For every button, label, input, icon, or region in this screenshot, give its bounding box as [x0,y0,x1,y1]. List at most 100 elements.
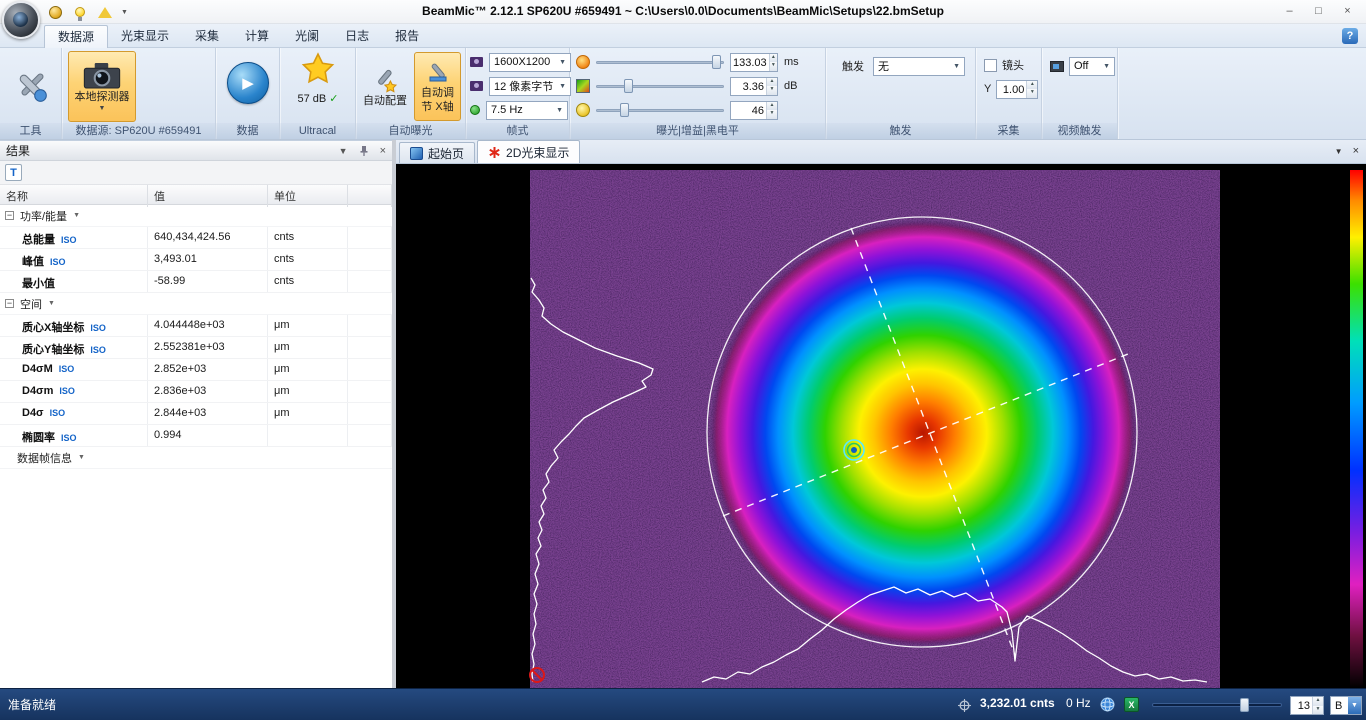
ribbon-group-tools: 工具 [0,48,62,139]
column-header-value[interactable]: 值 [148,185,268,207]
exposure-slider-thumb[interactable] [712,55,721,69]
exposure-spinbox[interactable]: 133.03 ▲▼ [730,53,778,72]
y-scale-value: 1.00 [997,81,1026,98]
ribbon-tab-log[interactable]: 日志 [332,25,382,48]
status-bar: 准备就绪 3,232.01 cnts 0 Hz X 13 ▲▼ B ▼ [0,688,1366,720]
column-header-name[interactable]: 名称 [0,185,148,207]
ultracal-button[interactable] [301,52,335,89]
table-row-peak[interactable]: 峰值ISO 3,493.01 cnts [0,249,392,271]
palette-select[interactable]: B ▼ [1330,696,1362,715]
results-panel-header[interactable]: 结果 ▼ × [0,141,392,161]
lens-checkbox[interactable] [984,59,997,72]
exposure-unit: ms [784,56,799,68]
iso-badge: ISO [59,364,75,374]
trigger-field-label: 触发 [842,58,864,74]
auto-setup-button[interactable]: 自动配置 [361,52,409,121]
zoom-slider[interactable] [1152,698,1282,712]
spinner-arrows[interactable]: ▲▼ [766,102,777,119]
gold-disc-icon[interactable] [46,3,64,21]
group-label-capture: 采集 [976,123,1041,139]
group-label-tools: 工具 [0,123,61,139]
iso-badge: ISO [50,408,66,418]
framerate-select[interactable]: 7.5 Hz ▼ [486,101,568,120]
video-trigger-icon [1050,61,1064,72]
gain-value: 3.36 [731,78,766,95]
iso-badge: ISO [59,386,75,396]
tab-home[interactable]: 起始页 [399,142,475,163]
table-row-d4sigma-minor[interactable]: D4σmISO 2.836e+03 μm [0,381,392,403]
panel-close-icon[interactable]: × [380,145,386,157]
collapse-icon[interactable]: − [5,211,14,220]
gain-slider[interactable] [596,78,724,94]
palette-colorbar[interactable] [1350,170,1363,688]
table-row-d4sigma[interactable]: D4σISO 2.844e+03 μm [0,403,392,425]
ribbon-tab-aperture[interactable]: 光阑 [282,25,332,48]
tab-close-icon[interactable]: × [1353,145,1359,157]
black-level-slider-thumb[interactable] [620,103,629,117]
ribbon-tab-capture[interactable]: 采集 [182,25,232,48]
pixel-depth-select[interactable]: 12 像素字节 ▼ [489,77,571,96]
table-row-centroid-y[interactable]: 质心Y轴坐标ISO 2.552381e+03 μm [0,337,392,359]
spinner-arrows[interactable]: ▲▼ [1026,81,1037,98]
tab-list-dropdown-icon[interactable]: ▼ [1335,147,1343,156]
help-icon[interactable]: ? [1342,28,1358,44]
pin-icon[interactable] [358,145,370,157]
app-logo[interactable] [2,1,40,39]
ribbon-tab-compute[interactable]: 计算 [232,25,282,48]
table-row-d4sigma-major[interactable]: D4σMISO 2.852e+03 μm [0,359,392,381]
group-label-videotrigger: 视频触发 [1042,123,1117,139]
local-detector-button[interactable]: 本地探测器 ▼ [68,51,136,122]
spinner-arrows[interactable]: ▲▼ [766,78,777,95]
table-row-ellipticity[interactable]: 椭圆率ISO 0.994 [0,425,392,447]
group-row-power[interactable]: − 功率/能量 ▼ [0,205,392,227]
group-row-frame-info[interactable]: 数据帧信息 ▼ [0,447,392,469]
column-header-unit[interactable]: 单位 [268,185,348,207]
beam-display[interactable] [396,164,1366,688]
chevron-down-icon: ▼ [73,212,80,219]
results-settings-icon[interactable]: T [5,164,22,181]
table-row-total-energy[interactable]: 总能量ISO 640,434,424.56 cnts [0,227,392,249]
cursor-counts-readout: 3,232.01 cnts [980,696,1055,710]
trigger-select[interactable]: 无 ▼ [873,57,965,76]
resolution-select[interactable]: 1600X1200 ▼ [489,53,571,72]
local-detector-label: 本地探测器 [75,91,130,103]
video-trigger-select[interactable]: Off ▼ [1069,57,1115,76]
globe-icon[interactable] [1100,697,1115,715]
quick-access-toolbar: ▼ [46,3,128,21]
table-row-minimum[interactable]: 最小值 -58.99 cnts [0,271,392,293]
group-row-spatial[interactable]: − 空间 ▼ [0,293,392,315]
start-data-button[interactable]: ▶ [227,62,269,104]
tab-2d-beam-display[interactable]: 2D光束显示 [477,140,580,163]
black-level-slider[interactable] [596,102,724,118]
collapse-icon[interactable]: − [5,299,14,308]
gain-slider-thumb[interactable] [624,79,633,93]
ribbon-tab-datasource[interactable]: 数据源 [44,25,108,48]
panel-splitter[interactable] [392,140,396,688]
chevron-down-icon: ▼ [559,83,566,90]
tools-button[interactable] [8,56,54,116]
table-row-centroid-x[interactable]: 质心X轴坐标ISO 4.044448e+03 μm [0,315,392,337]
ultracal-db-row: 57 dB ✓ [280,92,356,105]
zoom-slider-thumb[interactable] [1240,698,1249,712]
spinner-arrows[interactable]: ▲▼ [1312,697,1323,714]
y-scale-spinbox[interactable]: 1.00 ▲▼ [996,80,1038,99]
bulb-icon[interactable] [71,3,89,21]
excel-export-icon[interactable]: X [1124,697,1139,712]
black-level-spinbox[interactable]: 46 ▲▼ [730,101,778,120]
qat-dropdown-icon[interactable]: ▼ [121,9,128,16]
auto-x-scale-label-1: 自动调 [421,87,454,99]
gain-spinbox[interactable]: 3.36 ▲▼ [730,77,778,96]
spinner-arrows[interactable]: ▲▼ [769,54,777,71]
ribbon-tab-report[interactable]: 报告 [382,25,432,48]
maximize-button[interactable]: □ [1304,2,1333,21]
close-button[interactable]: × [1333,2,1362,21]
warning-triangle-icon[interactable] [96,3,114,21]
ribbon-tab-beamdisplay[interactable]: 光束显示 [108,25,182,48]
minimize-button[interactable]: – [1275,2,1304,21]
exposure-slider[interactable] [596,54,724,70]
zoom-spinbox[interactable]: 13 ▲▼ [1290,696,1324,715]
panel-menu-icon[interactable]: ▼ [339,146,348,156]
cursor-tool-icon[interactable] [958,699,971,715]
auto-x-scale-button[interactable]: 自动调 节 X轴 [414,52,461,121]
results-panel: 结果 ▼ × T 名称 值 单位 − 功率/能量 ▼ 总能量ISO 640,43… [0,140,392,688]
